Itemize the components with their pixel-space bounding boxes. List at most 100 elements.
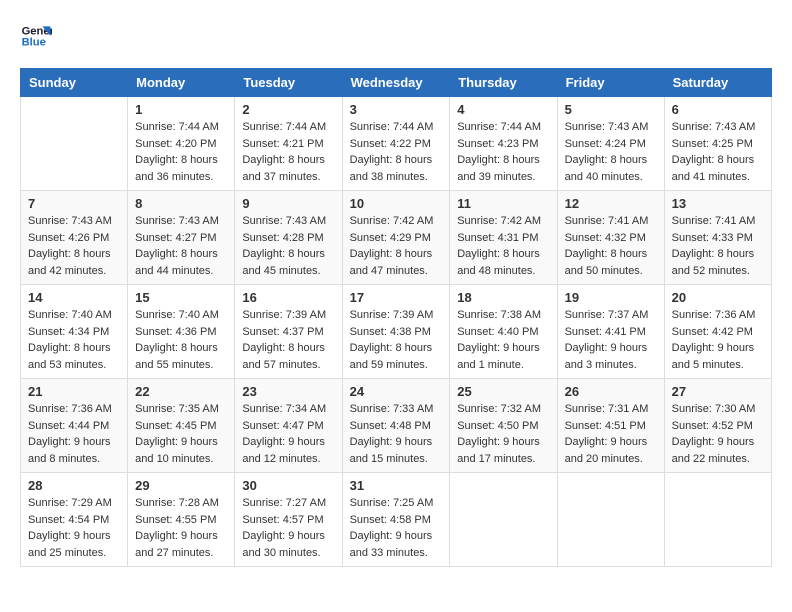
day-number: 20	[672, 290, 764, 305]
calendar-header-cell: Monday	[128, 69, 235, 97]
day-number: 8	[135, 196, 227, 211]
sunrise-text: Sunrise: 7:38 AM	[457, 309, 541, 321]
day-info: Sunrise: 7:31 AM Sunset: 4:51 PM Dayligh…	[565, 401, 657, 467]
calendar-day-cell: 31 Sunrise: 7:25 AM Sunset: 4:58 PM Dayl…	[342, 473, 450, 567]
calendar-day-cell: 10 Sunrise: 7:42 AM Sunset: 4:29 PM Dayl…	[342, 191, 450, 285]
day-info: Sunrise: 7:36 AM Sunset: 4:42 PM Dayligh…	[672, 307, 764, 373]
day-number: 30	[242, 478, 334, 493]
calendar-day-cell: 27 Sunrise: 7:30 AM Sunset: 4:52 PM Dayl…	[664, 379, 771, 473]
sunset-text: Sunset: 4:48 PM	[350, 420, 431, 432]
day-number: 3	[350, 102, 443, 117]
sunrise-text: Sunrise: 7:36 AM	[28, 403, 112, 415]
sunset-text: Sunset: 4:31 PM	[457, 232, 538, 244]
sunrise-text: Sunrise: 7:31 AM	[565, 403, 649, 415]
daylight-text: Daylight: 9 hours and 15 minutes.	[350, 436, 433, 465]
day-number: 24	[350, 384, 443, 399]
sunrise-text: Sunrise: 7:43 AM	[28, 215, 112, 227]
calendar-day-cell: 2 Sunrise: 7:44 AM Sunset: 4:21 PM Dayli…	[235, 97, 342, 191]
day-info: Sunrise: 7:44 AM Sunset: 4:23 PM Dayligh…	[457, 119, 549, 185]
day-info: Sunrise: 7:28 AM Sunset: 4:55 PM Dayligh…	[135, 495, 227, 561]
calendar-day-cell: 9 Sunrise: 7:43 AM Sunset: 4:28 PM Dayli…	[235, 191, 342, 285]
calendar-week-row: 7 Sunrise: 7:43 AM Sunset: 4:26 PM Dayli…	[21, 191, 772, 285]
sunset-text: Sunset: 4:54 PM	[28, 514, 109, 526]
calendar-header-cell: Saturday	[664, 69, 771, 97]
logo-icon: General Blue	[20, 20, 52, 52]
sunset-text: Sunset: 4:52 PM	[672, 420, 753, 432]
sunrise-text: Sunrise: 7:27 AM	[242, 497, 326, 509]
calendar-week-row: 1 Sunrise: 7:44 AM Sunset: 4:20 PM Dayli…	[21, 97, 772, 191]
calendar-week-row: 14 Sunrise: 7:40 AM Sunset: 4:34 PM Dayl…	[21, 285, 772, 379]
logo: General Blue	[20, 20, 60, 52]
day-number: 11	[457, 196, 549, 211]
day-info: Sunrise: 7:25 AM Sunset: 4:58 PM Dayligh…	[350, 495, 443, 561]
sunrise-text: Sunrise: 7:42 AM	[457, 215, 541, 227]
calendar-day-cell: 30 Sunrise: 7:27 AM Sunset: 4:57 PM Dayl…	[235, 473, 342, 567]
calendar-day-cell: 6 Sunrise: 7:43 AM Sunset: 4:25 PM Dayli…	[664, 97, 771, 191]
sunset-text: Sunset: 4:45 PM	[135, 420, 216, 432]
day-info: Sunrise: 7:43 AM Sunset: 4:27 PM Dayligh…	[135, 213, 227, 279]
calendar-day-cell: 14 Sunrise: 7:40 AM Sunset: 4:34 PM Dayl…	[21, 285, 128, 379]
day-number: 23	[242, 384, 334, 399]
daylight-text: Daylight: 8 hours and 59 minutes.	[350, 342, 433, 371]
sunrise-text: Sunrise: 7:42 AM	[350, 215, 434, 227]
daylight-text: Daylight: 9 hours and 33 minutes.	[350, 530, 433, 559]
sunrise-text: Sunrise: 7:39 AM	[242, 309, 326, 321]
calendar-day-cell: 22 Sunrise: 7:35 AM Sunset: 4:45 PM Dayl…	[128, 379, 235, 473]
calendar-day-cell: 5 Sunrise: 7:43 AM Sunset: 4:24 PM Dayli…	[557, 97, 664, 191]
daylight-text: Daylight: 8 hours and 38 minutes.	[350, 154, 433, 183]
calendar-body: 1 Sunrise: 7:44 AM Sunset: 4:20 PM Dayli…	[21, 97, 772, 567]
sunset-text: Sunset: 4:38 PM	[350, 326, 431, 338]
calendar-day-cell: 16 Sunrise: 7:39 AM Sunset: 4:37 PM Dayl…	[235, 285, 342, 379]
day-number: 18	[457, 290, 549, 305]
day-number: 21	[28, 384, 120, 399]
calendar-day-cell: 12 Sunrise: 7:41 AM Sunset: 4:32 PM Dayl…	[557, 191, 664, 285]
sunrise-text: Sunrise: 7:39 AM	[350, 309, 434, 321]
calendar-day-cell	[557, 473, 664, 567]
calendar-day-cell: 28 Sunrise: 7:29 AM Sunset: 4:54 PM Dayl…	[21, 473, 128, 567]
sunset-text: Sunset: 4:27 PM	[135, 232, 216, 244]
calendar-day-cell: 4 Sunrise: 7:44 AM Sunset: 4:23 PM Dayli…	[450, 97, 557, 191]
calendar-day-cell: 18 Sunrise: 7:38 AM Sunset: 4:40 PM Dayl…	[450, 285, 557, 379]
day-number: 17	[350, 290, 443, 305]
daylight-text: Daylight: 9 hours and 22 minutes.	[672, 436, 755, 465]
day-number: 19	[565, 290, 657, 305]
calendar-day-cell: 23 Sunrise: 7:34 AM Sunset: 4:47 PM Dayl…	[235, 379, 342, 473]
daylight-text: Daylight: 8 hours and 40 minutes.	[565, 154, 648, 183]
day-info: Sunrise: 7:29 AM Sunset: 4:54 PM Dayligh…	[28, 495, 120, 561]
sunrise-text: Sunrise: 7:32 AM	[457, 403, 541, 415]
daylight-text: Daylight: 9 hours and 3 minutes.	[565, 342, 648, 371]
day-info: Sunrise: 7:40 AM Sunset: 4:36 PM Dayligh…	[135, 307, 227, 373]
calendar-header-cell: Tuesday	[235, 69, 342, 97]
sunrise-text: Sunrise: 7:44 AM	[350, 121, 434, 133]
sunset-text: Sunset: 4:58 PM	[350, 514, 431, 526]
sunrise-text: Sunrise: 7:40 AM	[135, 309, 219, 321]
day-info: Sunrise: 7:37 AM Sunset: 4:41 PM Dayligh…	[565, 307, 657, 373]
calendar-day-cell: 21 Sunrise: 7:36 AM Sunset: 4:44 PM Dayl…	[21, 379, 128, 473]
daylight-text: Daylight: 9 hours and 1 minute.	[457, 342, 540, 371]
sunset-text: Sunset: 4:22 PM	[350, 138, 431, 150]
day-number: 1	[135, 102, 227, 117]
day-info: Sunrise: 7:38 AM Sunset: 4:40 PM Dayligh…	[457, 307, 549, 373]
day-info: Sunrise: 7:36 AM Sunset: 4:44 PM Dayligh…	[28, 401, 120, 467]
sunrise-text: Sunrise: 7:41 AM	[565, 215, 649, 227]
calendar-day-cell	[21, 97, 128, 191]
day-number: 10	[350, 196, 443, 211]
day-info: Sunrise: 7:27 AM Sunset: 4:57 PM Dayligh…	[242, 495, 334, 561]
calendar-week-row: 21 Sunrise: 7:36 AM Sunset: 4:44 PM Dayl…	[21, 379, 772, 473]
sunset-text: Sunset: 4:20 PM	[135, 138, 216, 150]
day-number: 14	[28, 290, 120, 305]
daylight-text: Daylight: 8 hours and 52 minutes.	[672, 248, 755, 277]
day-info: Sunrise: 7:35 AM Sunset: 4:45 PM Dayligh…	[135, 401, 227, 467]
daylight-text: Daylight: 8 hours and 50 minutes.	[565, 248, 648, 277]
daylight-text: Daylight: 8 hours and 41 minutes.	[672, 154, 755, 183]
day-info: Sunrise: 7:43 AM Sunset: 4:24 PM Dayligh…	[565, 119, 657, 185]
day-info: Sunrise: 7:44 AM Sunset: 4:22 PM Dayligh…	[350, 119, 443, 185]
day-number: 9	[242, 196, 334, 211]
calendar-day-cell: 13 Sunrise: 7:41 AM Sunset: 4:33 PM Dayl…	[664, 191, 771, 285]
day-number: 7	[28, 196, 120, 211]
sunrise-text: Sunrise: 7:40 AM	[28, 309, 112, 321]
day-number: 13	[672, 196, 764, 211]
calendar-day-cell: 17 Sunrise: 7:39 AM Sunset: 4:38 PM Dayl…	[342, 285, 450, 379]
day-info: Sunrise: 7:44 AM Sunset: 4:21 PM Dayligh…	[242, 119, 334, 185]
daylight-text: Daylight: 8 hours and 57 minutes.	[242, 342, 325, 371]
